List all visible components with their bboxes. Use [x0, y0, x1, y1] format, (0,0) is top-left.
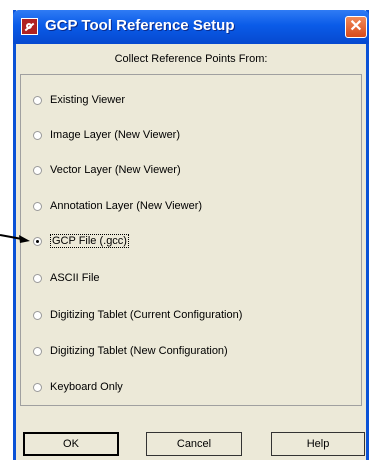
group-label: Collect Reference Points From: — [114, 53, 268, 65]
radio-button[interactable] — [33, 165, 42, 175]
option-ascii-file[interactable]: ASCII File — [33, 268, 100, 288]
option-label: ASCII File — [50, 272, 100, 284]
option-existing-viewer[interactable]: Existing Viewer — [33, 90, 125, 110]
close-button[interactable]: ✕ — [345, 16, 367, 38]
app-icon — [21, 18, 38, 35]
radio-button[interactable] — [33, 95, 42, 105]
option-label: Annotation Layer (New Viewer) — [50, 200, 203, 212]
option-label: Digitizing Tablet (New Configuration) — [50, 345, 228, 357]
radio-button[interactable] — [33, 310, 42, 320]
radio-button[interactable] — [33, 346, 42, 356]
option-image-layer[interactable]: Image Layer (New Viewer) — [33, 125, 180, 145]
option-tablet-current[interactable]: Digitizing Tablet (Current Configuration… — [33, 305, 242, 325]
pointer-arrow-icon — [0, 234, 30, 243]
radio-button[interactable] — [33, 273, 42, 283]
radio-button-selected[interactable] — [33, 236, 42, 246]
option-annotation-layer[interactable]: Annotation Layer (New Viewer) — [33, 196, 202, 216]
option-label: Digitizing Tablet (Current Configuration… — [50, 309, 243, 321]
window-title: GCP Tool Reference Setup — [45, 17, 235, 34]
option-tablet-new[interactable]: Digitizing Tablet (New Configuration) — [33, 341, 228, 361]
option-label: GCP File (.gcc) — [50, 234, 129, 248]
option-keyboard-only[interactable]: Keyboard Only — [33, 377, 123, 397]
help-button[interactable]: Help — [271, 432, 365, 456]
radio-button[interactable] — [33, 130, 42, 140]
option-label: Keyboard Only — [50, 381, 123, 393]
option-label: Image Layer (New Viewer) — [50, 129, 181, 141]
title-bar[interactable]: GCP Tool Reference Setup ✕ — [13, 10, 369, 44]
cancel-button[interactable]: Cancel — [146, 432, 242, 456]
option-label: Vector Layer (New Viewer) — [50, 164, 181, 176]
option-vector-layer[interactable]: Vector Layer (New Viewer) — [33, 160, 181, 180]
ok-button[interactable]: OK — [23, 432, 119, 456]
option-label: Existing Viewer — [50, 94, 125, 106]
radio-button[interactable] — [33, 201, 42, 211]
radio-button[interactable] — [33, 382, 42, 392]
option-gcp-file[interactable]: GCP File (.gcc) — [33, 231, 129, 251]
